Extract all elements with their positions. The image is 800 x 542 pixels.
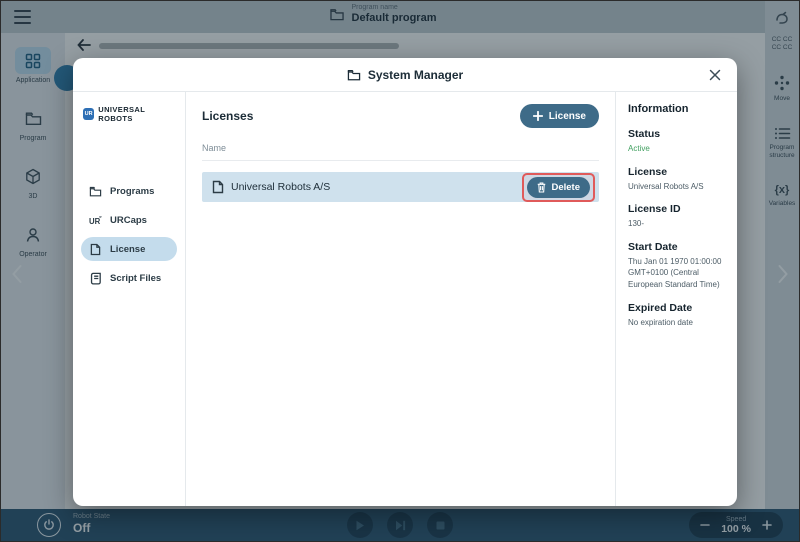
ur-logo-mark: UR — [83, 108, 94, 120]
script-files-icon — [89, 272, 102, 285]
delete-button-annotation: Delete — [522, 173, 595, 202]
expired-date-label: Expired Date — [628, 302, 725, 314]
license-file-icon — [89, 243, 102, 256]
column-header-name: Name — [202, 143, 599, 161]
folder-icon — [89, 186, 102, 197]
nav-item-programs[interactable]: Programs — [81, 179, 177, 203]
modal-body: UR UNIVERSAL ROBOTS Programs — [73, 92, 737, 506]
license-label: License — [628, 166, 725, 178]
system-manager-modal: System Manager UR UNIVERSAL ROBOTS — [73, 58, 737, 506]
license-file-icon — [212, 180, 224, 194]
nav-item-label: URCaps — [110, 215, 147, 226]
licenses-heading: Licenses — [202, 109, 253, 123]
trash-icon — [537, 182, 546, 193]
license-row-universal-robots[interactable]: Universal Robots A/S Delete — [202, 172, 599, 202]
universal-robots-logo: UR UNIVERSAL ROBOTS — [83, 105, 177, 123]
licenses-panel: Licenses License Name — [186, 92, 615, 506]
nav-item-label: Script Files — [110, 273, 161, 284]
start-date-value: Thu Jan 01 1970 01:00:00 GMT+0100 (Centr… — [628, 256, 725, 291]
license-id-value: 130- — [628, 218, 725, 230]
plus-icon — [533, 111, 543, 121]
add-license-label: License — [549, 111, 586, 122]
status-label: Status — [628, 128, 725, 140]
nav-item-label: Programs — [110, 186, 154, 197]
polyscope-screen: Program name Default program Application… — [0, 0, 800, 542]
delete-license-button[interactable]: Delete — [527, 177, 590, 198]
folder-icon — [347, 69, 361, 81]
status-badge: Active — [628, 143, 725, 155]
svg-text:UR: UR — [89, 216, 101, 225]
licenses-header: Licenses License — [202, 104, 599, 128]
delete-label: Delete — [551, 182, 580, 193]
information-panel: Information Status Active License Univer… — [615, 92, 737, 506]
close-icon[interactable] — [707, 67, 723, 83]
modal-nav-items: Programs UR URCaps — [81, 179, 177, 290]
license-id-label: License ID — [628, 203, 725, 215]
license-name: Universal Robots A/S — [231, 181, 330, 193]
modal-header: System Manager — [73, 58, 737, 92]
nav-item-urcaps[interactable]: UR URCaps — [81, 208, 177, 232]
expired-date-value: No expiration date — [628, 317, 725, 329]
modal-title: System Manager — [347, 68, 463, 82]
license-value: Universal Robots A/S — [628, 181, 725, 193]
nav-item-script-files[interactable]: Script Files — [81, 266, 177, 290]
start-date-label: Start Date — [628, 241, 725, 253]
nav-item-label: License — [110, 244, 145, 255]
information-title: Information — [628, 103, 725, 115]
nav-item-license[interactable]: License — [81, 237, 177, 261]
urcaps-icon: UR — [89, 215, 102, 226]
modal-nav-column: UR UNIVERSAL ROBOTS Programs — [73, 92, 186, 506]
add-license-button[interactable]: License — [520, 104, 599, 128]
